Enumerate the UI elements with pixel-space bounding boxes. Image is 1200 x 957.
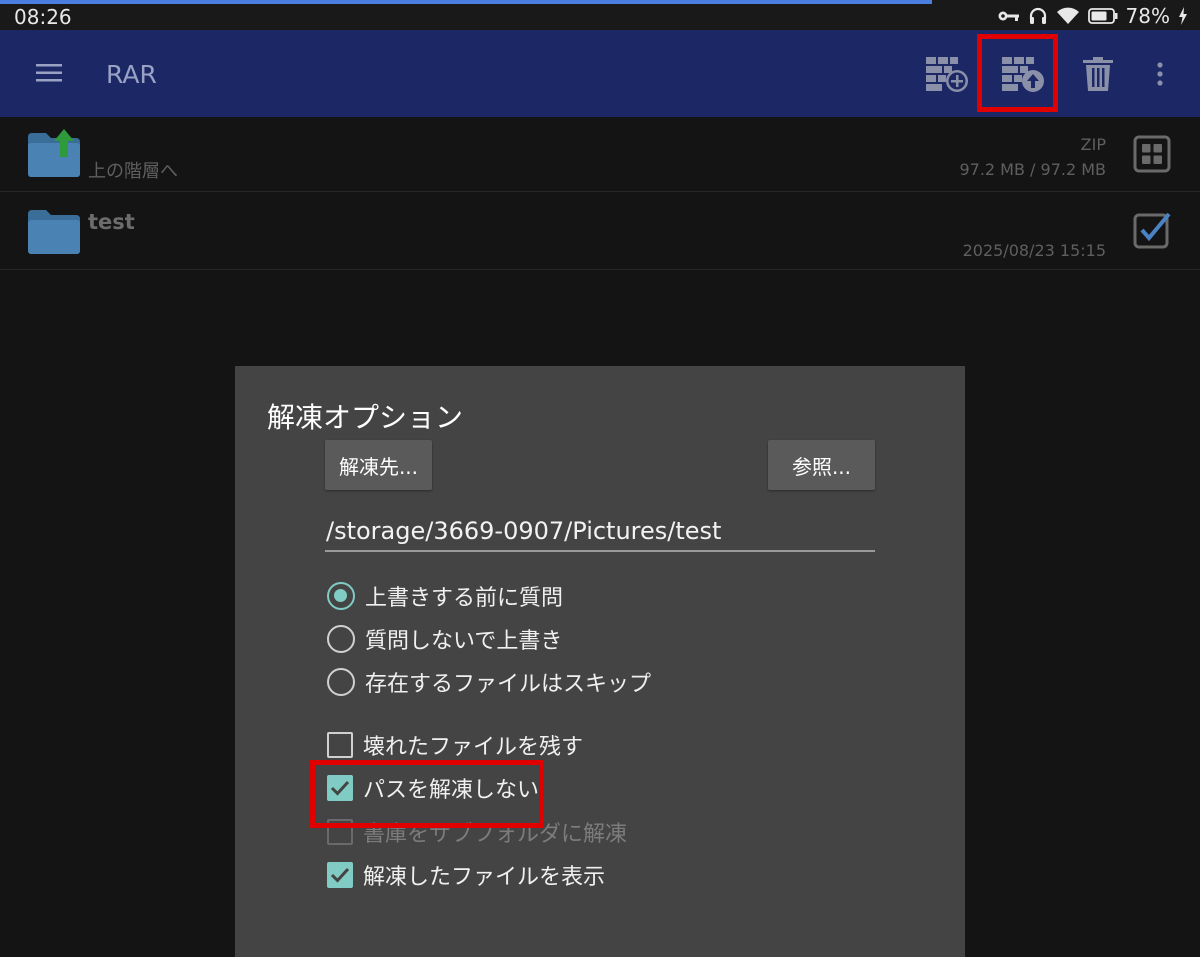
- browse-button[interactable]: 参照...: [768, 440, 875, 490]
- checkbox-no-paths[interactable]: パスを解凍しない: [327, 772, 539, 804]
- vpn-key-icon: [998, 11, 1019, 21]
- checkbox-show-extracted-files[interactable]: 解凍したファイルを表示: [327, 859, 605, 891]
- checkbox: [327, 732, 353, 758]
- grid-view-button[interactable]: [1133, 135, 1173, 175]
- checkbox: [327, 862, 353, 888]
- battery-percent: 78%: [1125, 4, 1170, 28]
- headphones-icon: [1029, 7, 1046, 24]
- charging-bolt-icon: [1179, 7, 1187, 25]
- delete-button[interactable]: [1068, 44, 1128, 104]
- radio-button: [327, 625, 355, 653]
- extract-archive-icon: [1002, 57, 1044, 92]
- archive-size: 97.2 MB / 97.2 MB: [959, 160, 1106, 179]
- more-options-button[interactable]: [1130, 44, 1190, 104]
- navigation-menu-button[interactable]: [30, 58, 70, 90]
- trash-icon: [1083, 57, 1113, 91]
- radio-skip-existing[interactable]: 存在するファイルはスキップ: [327, 666, 651, 698]
- checkmark-icon: [330, 867, 350, 883]
- checkmark-icon: [330, 780, 350, 796]
- archive-type: ZIP: [1080, 135, 1106, 154]
- radio-label: 存在するファイルはスキップ: [365, 672, 652, 697]
- folder-icon: [28, 210, 80, 254]
- checked-box-icon: [1133, 212, 1171, 249]
- checkbox-label: パスを解凍しない: [363, 778, 540, 803]
- file-row-test[interactable]: test 2025/08/23 15:15: [0, 193, 1200, 270]
- extract-options-dialog: 解凍オプション 解凍先... 参照... /storage/3669-0907/…: [235, 366, 965, 957]
- file-name: test: [88, 210, 135, 234]
- file-select-checkbox[interactable]: [1133, 211, 1173, 251]
- hamburger-menu-icon: [36, 64, 62, 82]
- more-vertical-icon: [1157, 62, 1163, 86]
- checkbox-label: 解凍したファイルを表示: [363, 865, 606, 890]
- grid-view-icon: [1133, 135, 1171, 173]
- app-title: RAR: [106, 60, 157, 89]
- status-time: 08:26: [14, 5, 72, 29]
- dialog-title: 解凍オプション: [267, 401, 464, 434]
- checkbox-keep-broken-files[interactable]: 壊れたファイルを残す: [327, 729, 583, 761]
- download-progress-line: [0, 0, 932, 4]
- radio-overwrite-without-asking[interactable]: 質問しないで上書き: [327, 623, 562, 655]
- extract-files-button[interactable]: [993, 44, 1053, 104]
- folder-up-icon: [28, 129, 80, 177]
- checkbox-extract-to-subfolder: 書庫をサブフォルダに解凍: [327, 816, 627, 848]
- app-screen: 08:26 78% RAR 上の階層へ ZIP 97.2 MB / 97.2 M…: [0, 0, 1200, 957]
- checkbox-label: 壊れたファイルを残す: [363, 735, 584, 760]
- add-to-archive-button[interactable]: [917, 44, 977, 104]
- status-bar: 08:26 78%: [0, 0, 1200, 30]
- radio-label: 質問しないで上書き: [365, 629, 563, 654]
- add-to-archive-icon: [926, 57, 968, 92]
- parent-folder-row[interactable]: 上の階層へ ZIP 97.2 MB / 97.2 MB: [0, 117, 1200, 192]
- file-date: 2025/08/23 15:15: [962, 241, 1106, 260]
- wifi-icon: [1056, 7, 1079, 24]
- checkbox: [327, 819, 353, 845]
- destination-path-input[interactable]: /storage/3669-0907/Pictures/test: [325, 514, 875, 552]
- app-toolbar: RAR: [0, 30, 1200, 117]
- radio-label: 上書きする前に質問: [365, 586, 564, 611]
- destination-button[interactable]: 解凍先...: [325, 440, 432, 490]
- status-icons: 78%: [998, 3, 1188, 29]
- radio-button: [327, 668, 355, 696]
- radio-button: [327, 582, 355, 610]
- checkbox-label: 書庫をサブフォルダに解凍: [363, 822, 628, 847]
- battery-icon: [1087, 8, 1118, 24]
- checkbox: [327, 775, 353, 801]
- parent-folder-label: 上の階層へ: [88, 161, 178, 182]
- radio-ask-before-overwrite[interactable]: 上書きする前に質問: [327, 580, 563, 612]
